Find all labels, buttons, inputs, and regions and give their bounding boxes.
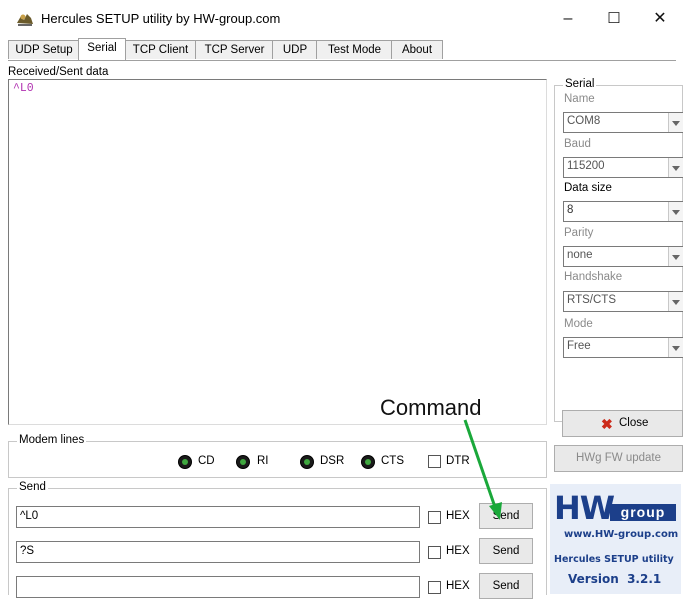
send-input-2[interactable]: ?S — [16, 541, 420, 563]
handshake-select[interactable]: RTS/CTS — [563, 291, 683, 312]
ri-led-icon — [236, 455, 250, 469]
handshake-label: Handshake — [564, 271, 623, 283]
annotation-arrow-icon — [463, 419, 502, 520]
send-input-3[interactable] — [16, 576, 420, 598]
cd-led-icon — [178, 455, 192, 469]
send-input-1-value: ^L0 — [20, 510, 39, 522]
received-data-area[interactable]: ^L0 — [8, 79, 547, 425]
tab-udp[interactable]: UDP — [272, 40, 318, 59]
hw-url-text: www.HW-group.com — [564, 529, 679, 540]
hw-group-logo: HW group www.HW-group.com Hercules SETUP… — [550, 484, 681, 594]
window-title: Hercules SETUP utility by HW-group.com — [41, 11, 281, 26]
hw-version-text: Version 3.2.1 — [568, 572, 662, 586]
received-data-label: Received/Sent data — [8, 66, 109, 78]
chevron-down-icon — [668, 247, 683, 266]
parity-value: none — [567, 249, 593, 261]
mode-value: Free — [567, 340, 591, 352]
chevron-down-icon — [668, 158, 683, 177]
close-x-icon: ✖ — [601, 416, 613, 432]
send-input-2-value: ?S — [20, 545, 35, 557]
name-label: Name — [564, 93, 595, 105]
hex-label-2: HEX — [446, 545, 470, 557]
chevron-down-icon — [668, 338, 683, 357]
hex-label-3: HEX — [446, 580, 470, 592]
tab-about[interactable]: About — [391, 40, 443, 59]
dsr-led-icon — [300, 455, 314, 469]
hex-checkbox-2[interactable] — [428, 546, 441, 559]
hwg-fw-update-button[interactable]: HWg FW update — [554, 445, 683, 472]
parity-label: Parity — [564, 227, 594, 239]
cts-label: CTS — [381, 455, 404, 467]
baud-label: Baud — [564, 138, 591, 150]
port-name-select[interactable]: COM8 — [563, 112, 683, 133]
cd-label: CD — [198, 455, 215, 467]
data-size-value: 8 — [567, 204, 574, 216]
tab-udp-setup[interactable]: UDP Setup — [8, 40, 80, 59]
chevron-down-icon — [668, 202, 683, 221]
serial-group-label: Serial — [563, 78, 597, 90]
send-button-3[interactable]: Send — [479, 573, 533, 599]
tab-divider — [8, 60, 676, 61]
close-window-button[interactable]: ✕ — [637, 0, 683, 38]
minimize-button[interactable]: – — [545, 0, 591, 38]
tab-tcp-server[interactable]: TCP Server — [195, 40, 274, 59]
chevron-down-icon — [668, 113, 683, 132]
mode-label: Mode — [564, 318, 593, 330]
group-brand-text: group — [610, 504, 676, 521]
chevron-down-icon — [668, 292, 683, 311]
baud-value: 115200 — [567, 160, 605, 172]
close-port-button[interactable]: ✖ Close — [562, 410, 683, 437]
hex-checkbox-3[interactable] — [428, 581, 441, 594]
received-data-text: ^L0 — [13, 82, 34, 95]
data-size-label: Data size — [564, 182, 612, 194]
parity-select[interactable]: none — [563, 246, 683, 267]
tab-test-mode[interactable]: Test Mode — [316, 40, 393, 59]
maximize-button[interactable]: ☐ — [591, 0, 637, 38]
hw-product-text: Hercules SETUP utility — [554, 554, 674, 565]
send-group-label: Send — [17, 481, 48, 493]
port-name-value: COM8 — [567, 115, 601, 127]
send-button-2[interactable]: Send — [479, 538, 533, 564]
data-size-select[interactable]: 8 — [563, 201, 683, 222]
mode-select[interactable]: Free — [563, 337, 683, 358]
close-port-label: Close — [619, 417, 649, 429]
baud-select[interactable]: 115200 — [563, 157, 683, 178]
send-input-1[interactable]: ^L0 — [16, 506, 420, 528]
tab-tcp-client[interactable]: TCP Client — [124, 40, 197, 59]
title-bar: Hercules SETUP utility by HW-group.com –… — [0, 0, 683, 38]
hercules-app-icon — [16, 11, 34, 27]
dsr-label: DSR — [320, 455, 345, 467]
cts-led-icon — [361, 455, 375, 469]
modem-lines-label: Modem lines — [17, 434, 87, 446]
hw-brand-text: HW — [554, 489, 615, 527]
handshake-value: RTS/CTS — [567, 294, 616, 306]
tab-serial[interactable]: Serial — [78, 38, 126, 60]
ri-label: RI — [257, 455, 269, 467]
